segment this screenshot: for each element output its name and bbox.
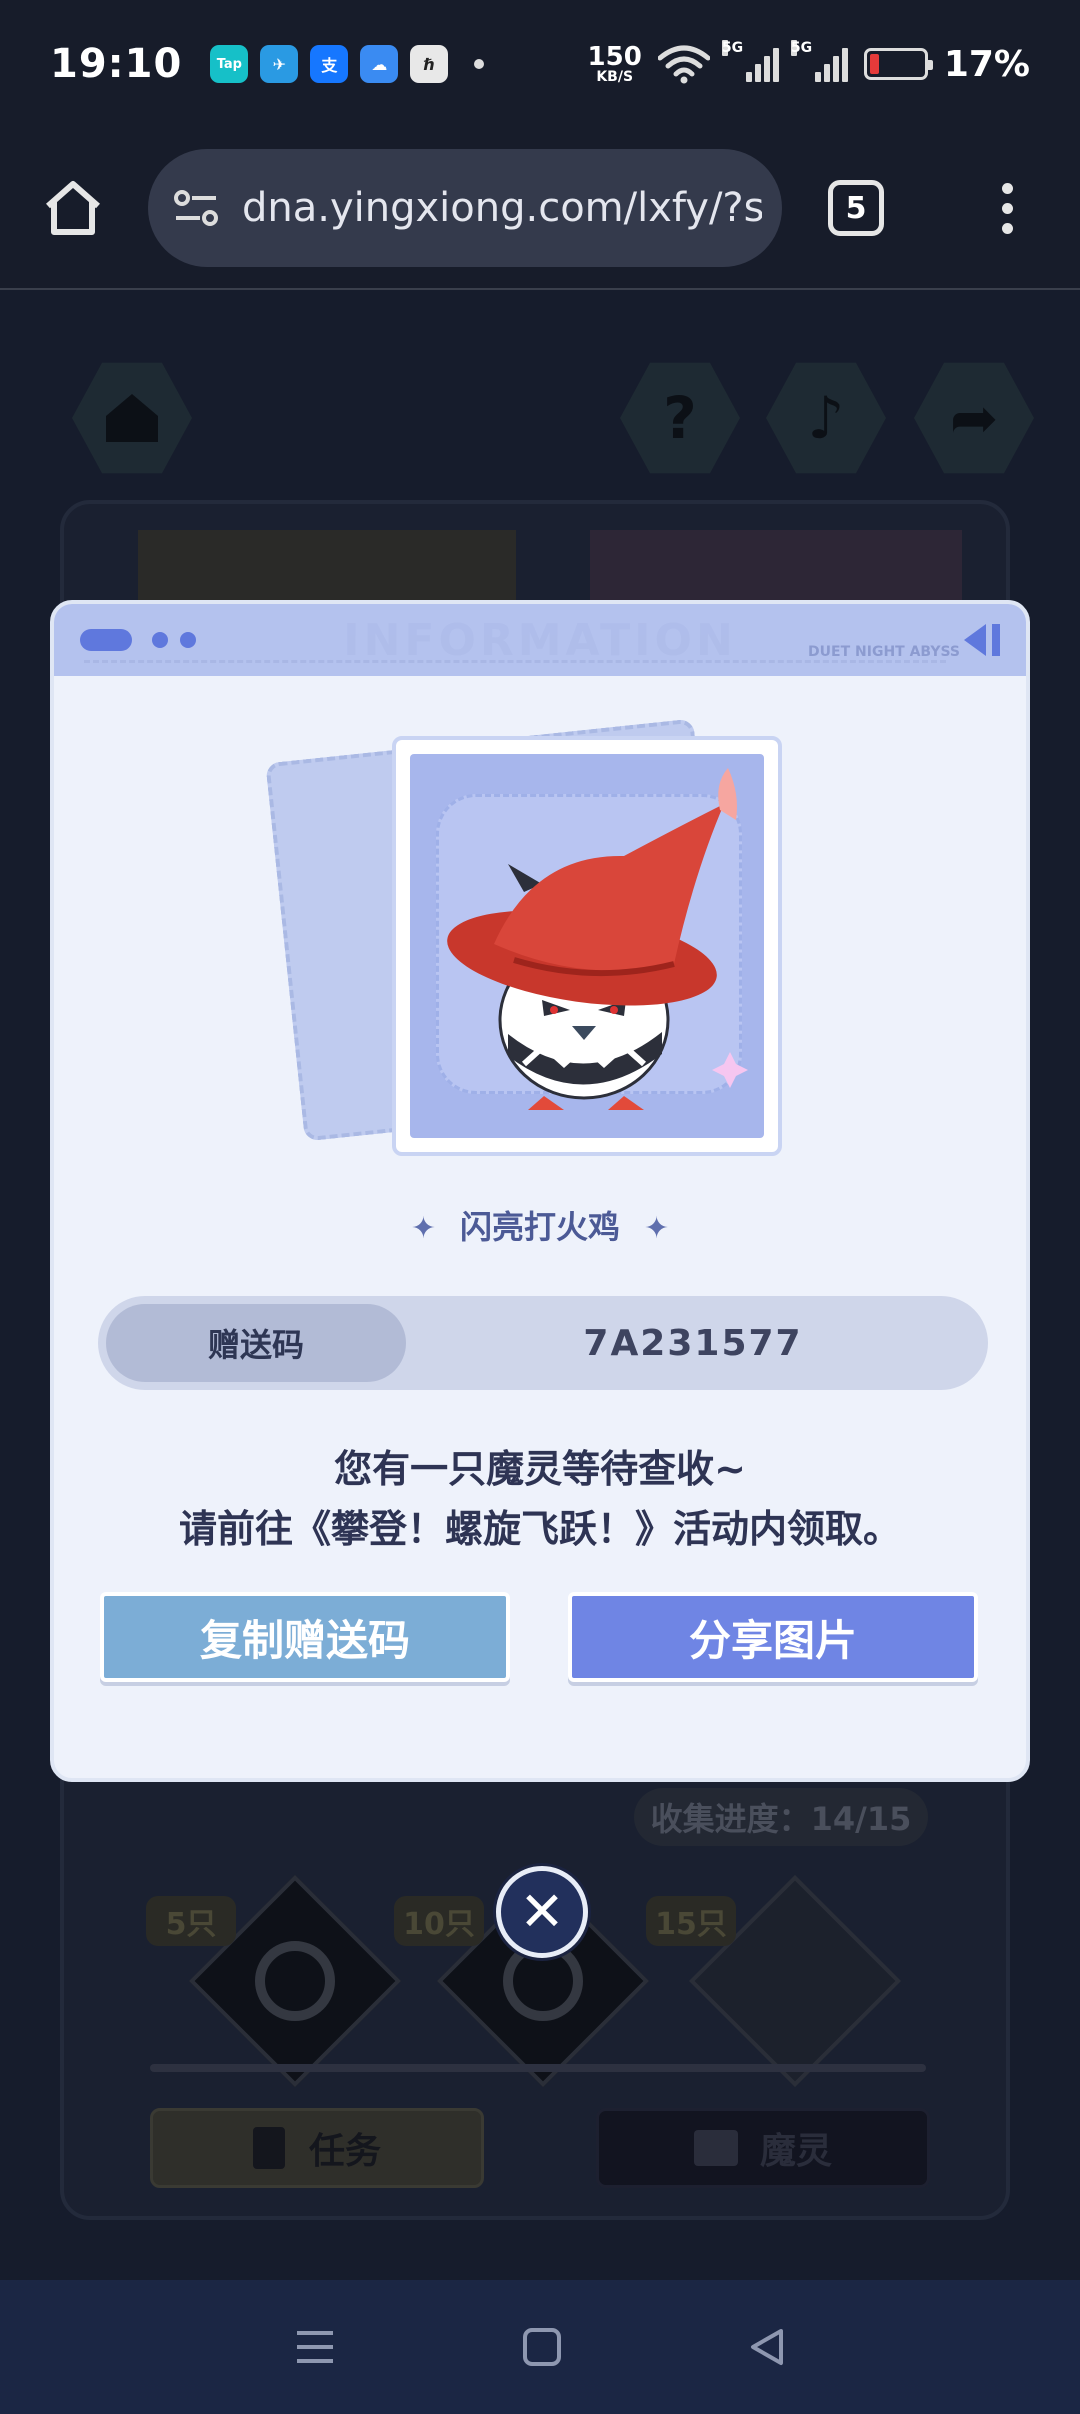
home-button[interactable] bbox=[36, 171, 110, 245]
spirit-button[interactable]: 魔灵 bbox=[596, 2108, 930, 2188]
tab-switcher-button[interactable]: 5 bbox=[828, 180, 884, 236]
system-navigation-bar bbox=[0, 2280, 1080, 2414]
alipay-icon: 支 bbox=[310, 45, 349, 83]
screen: 19:10 Tap ✈ 支 ☁ ℏ 150 KB/S 5G 5G 17% dna… bbox=[0, 0, 1080, 2414]
pet-illustration bbox=[447, 768, 748, 1110]
site-settings-icon[interactable] bbox=[172, 188, 220, 228]
clock: 19:10 bbox=[50, 41, 183, 87]
browser-toolbar: dna.yingxiong.com/lxfy/?s 5 bbox=[0, 128, 1080, 290]
home-icon bbox=[106, 394, 158, 442]
signal-icon-sim2: 5G bbox=[790, 40, 848, 82]
question-icon: ? bbox=[663, 384, 697, 452]
battery-percent: 17% bbox=[943, 43, 1030, 85]
network-speed: 150 KB/S bbox=[587, 42, 642, 85]
header-decoration bbox=[80, 629, 132, 651]
share-image-button[interactable]: 分享图片 bbox=[568, 1592, 978, 1682]
battery-icon bbox=[863, 48, 933, 80]
taptap-icon: Tap bbox=[210, 45, 249, 83]
header-dashline bbox=[84, 660, 946, 663]
address-bar[interactable]: dna.yingxiong.com/lxfy/?s bbox=[148, 149, 782, 267]
share-arrow-icon: ➦ bbox=[949, 384, 999, 452]
telegram-icon: ✈ bbox=[260, 45, 299, 83]
gift-message-line1: 您有一只魔灵等待查收~ bbox=[334, 1447, 746, 1491]
pet-card-art bbox=[410, 754, 764, 1138]
signal-icon-sim1: 5G bbox=[721, 40, 779, 82]
gift-code-label: 赠送码 bbox=[106, 1304, 406, 1382]
spirit-icon bbox=[693, 2130, 738, 2166]
task-document-icon bbox=[252, 2127, 285, 2169]
pet-card-front bbox=[392, 736, 782, 1156]
recent-apps-icon[interactable] bbox=[293, 2327, 337, 2367]
spirit-button-label: 魔灵 bbox=[759, 2131, 832, 2172]
status-bar: 19:10 Tap ✈ 支 ☁ ℏ 150 KB/S 5G 5G 17% bbox=[0, 0, 1080, 128]
task-button-label: 任务 bbox=[308, 2131, 381, 2172]
app-icon: ℏ bbox=[410, 45, 449, 83]
header-brand: DUET NIGHT ABYSS bbox=[808, 644, 960, 660]
weather-icon: ☁ bbox=[360, 45, 399, 83]
collection-progress: 收集进度：14/15 bbox=[634, 1788, 928, 1846]
pet-name: ✦ 闪亮打火鸡 ✦ bbox=[410, 1208, 670, 1246]
header-decoration bbox=[180, 632, 196, 648]
home-nav-icon[interactable] bbox=[522, 2327, 562, 2367]
music-note-icon: ♪ bbox=[807, 384, 845, 452]
pet-card bbox=[265, 714, 804, 1184]
dialog-header: INFORMATION DUET NIGHT ABYSS bbox=[54, 604, 1026, 676]
close-dialog-button[interactable]: ✕ bbox=[496, 1866, 588, 1958]
sparkle-icon: ✦ bbox=[410, 1211, 436, 1246]
sparkle-icon: ✦ bbox=[644, 1211, 670, 1246]
milestone-label: 15只 bbox=[646, 1896, 736, 1946]
gift-message-line2: 请前往《攀登！螺旋飞跃！》活动内领取。 bbox=[178, 1507, 901, 1551]
system-indicators: 150 KB/S 5G 5G 17% bbox=[587, 40, 1030, 85]
task-button[interactable]: 任务 bbox=[150, 2108, 484, 2188]
url-text[interactable]: dna.yingxiong.com/lxfy/?s bbox=[242, 185, 762, 231]
overflow-menu-button[interactable] bbox=[1002, 182, 1013, 234]
header-arrow-icon bbox=[964, 624, 1000, 656]
notification-icons: Tap ✈ 支 ☁ ℏ bbox=[210, 45, 485, 83]
check-icon bbox=[255, 1941, 335, 2021]
wifi-icon bbox=[657, 45, 710, 84]
header-watermark: INFORMATION bbox=[343, 614, 737, 666]
gift-code-field: 赠送码 7A231577 bbox=[98, 1296, 988, 1390]
milestone-label: 5只 bbox=[146, 1896, 236, 1946]
more-notifications-dot bbox=[474, 59, 485, 69]
gift-code-dialog: INFORMATION DUET NIGHT ABYSS ✦ 闪亮打火鸡 ✦ 赠… bbox=[50, 600, 1030, 1782]
milestone-track bbox=[150, 2064, 926, 2072]
milestone-label: 10只 bbox=[394, 1896, 484, 1946]
home-icon bbox=[46, 181, 100, 235]
header-decoration bbox=[152, 632, 168, 648]
gift-code-value: 7A231577 bbox=[583, 1322, 803, 1364]
copy-code-button[interactable]: 复制赠送码 bbox=[100, 1592, 510, 1682]
close-icon: ✕ bbox=[519, 1880, 565, 1943]
back-icon[interactable] bbox=[747, 2327, 787, 2367]
